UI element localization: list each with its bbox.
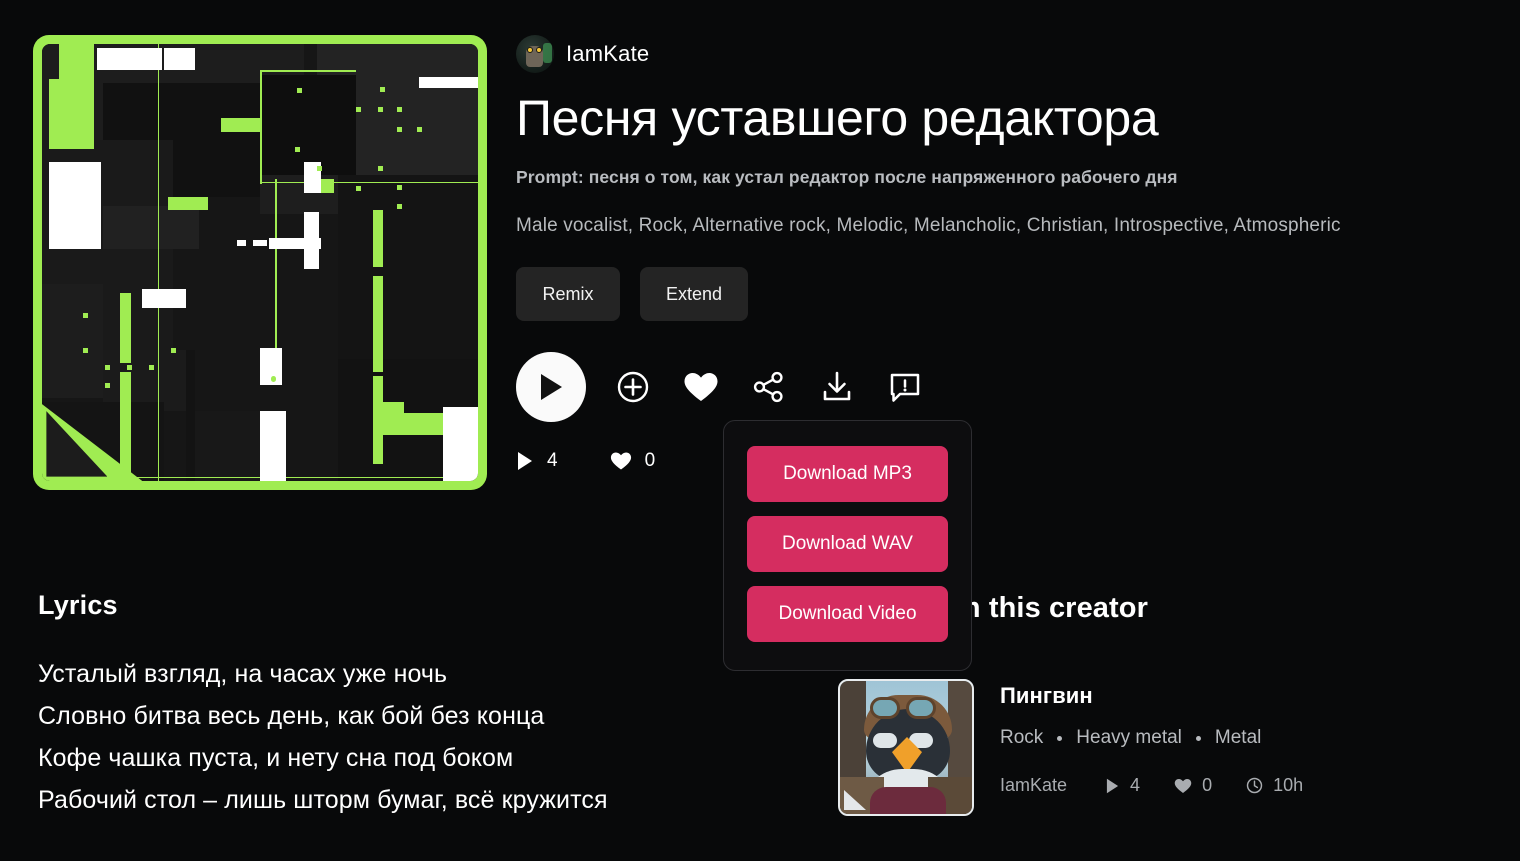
style-tags: Male vocalist, Rock, Alternative rock, M…: [516, 215, 1341, 236]
play-button[interactable]: [516, 352, 586, 422]
lyrics-section: Lyrics Усталый взгляд, на часах уже ночь…: [38, 590, 698, 821]
like-count: 0: [644, 450, 656, 471]
download-dropdown-menu: Download MP3 Download WAV Download Video: [723, 420, 972, 671]
song-card-like-count: 0: [1202, 775, 1213, 795]
lyric-line: Кофе чашка пуста, и нету сна под боком: [38, 744, 514, 772]
download-button[interactable]: [816, 366, 858, 408]
share-button[interactable]: [748, 366, 790, 408]
genre-tag: Rock: [1000, 727, 1044, 748]
play-triangle-icon: [518, 452, 532, 470]
song-card-age: 10h: [1273, 775, 1304, 795]
song-stats: 4 0: [516, 450, 1496, 472]
album-art-canvas: [42, 44, 478, 481]
song-info-panel: IamKate Песня уставшего редактора Prompt…: [516, 33, 1496, 472]
lyrics-body: Усталый взгляд, на часах уже ночь Словно…: [38, 653, 698, 821]
report-icon: [890, 373, 920, 402]
lyric-line: Рабочий стол – лишь шторм бумаг, всё кру…: [38, 786, 608, 814]
heart-icon: [1174, 778, 1192, 793]
play-icon: [541, 374, 562, 400]
clock-icon: [1246, 777, 1263, 794]
heart-icon: [684, 373, 718, 401]
icon-action-row: [516, 352, 1496, 422]
prompt-text: Prompt: песня о том, как устал редактор …: [516, 167, 1178, 187]
lyric-line: Усталый взгляд, на часах уже ночь: [38, 660, 448, 688]
genre-tag: Metal: [1214, 727, 1262, 748]
penguin-aviator-thumbnail[interactable]: [838, 679, 974, 816]
list-item[interactable]: Пингвин Rock Heavy metal Metal IamKate 4: [838, 679, 1498, 816]
genre-tag: Heavy metal: [1076, 727, 1182, 748]
song-card-uploader: IamKate: [1000, 775, 1068, 795]
song-card-genres: Rock Heavy metal Metal: [1000, 727, 1303, 749]
lyric-line: Словно битва весь день, как бой без конц…: [38, 702, 545, 730]
add-to-playlist-button[interactable]: [612, 366, 654, 408]
song-detail-page: IamKate Песня уставшего редактора Prompt…: [0, 0, 1520, 861]
album-art[interactable]: [33, 35, 487, 490]
play-triangle-icon: [1106, 778, 1119, 793]
download-wav-button[interactable]: Download WAV: [747, 516, 948, 572]
download-icon: [823, 371, 851, 401]
share-icon: [753, 371, 783, 403]
song-card-title: Пингвин: [1000, 683, 1093, 708]
heart-icon: [610, 452, 631, 470]
song-card-stats: IamKate 4 0 10h: [1000, 775, 1303, 796]
plus-circle-icon: [617, 371, 649, 403]
song-card-meta: Пингвин Rock Heavy metal Metal IamKate 4: [1000, 679, 1303, 796]
song-card-play-count: 4: [1130, 775, 1141, 795]
separator-dot-icon: [1057, 735, 1063, 741]
separator-dot-icon: [1195, 735, 1201, 741]
creator-link[interactable]: IamKate: [516, 33, 1496, 75]
extend-button[interactable]: Extend: [640, 267, 749, 321]
primary-action-row: Remix Extend: [516, 267, 1496, 321]
creator-name: IamKate: [566, 41, 650, 66]
download-mp3-button[interactable]: Download MP3: [747, 446, 948, 502]
lyrics-heading: Lyrics: [38, 590, 118, 620]
report-button[interactable]: [884, 366, 926, 408]
play-count: 4: [547, 450, 558, 471]
remix-button[interactable]: Remix: [516, 267, 620, 321]
download-video-button[interactable]: Download Video: [747, 586, 948, 642]
like-button[interactable]: [680, 366, 722, 408]
page-title: Песня уставшего редактора: [516, 90, 1159, 146]
owl-avatar-icon[interactable]: [516, 35, 554, 73]
